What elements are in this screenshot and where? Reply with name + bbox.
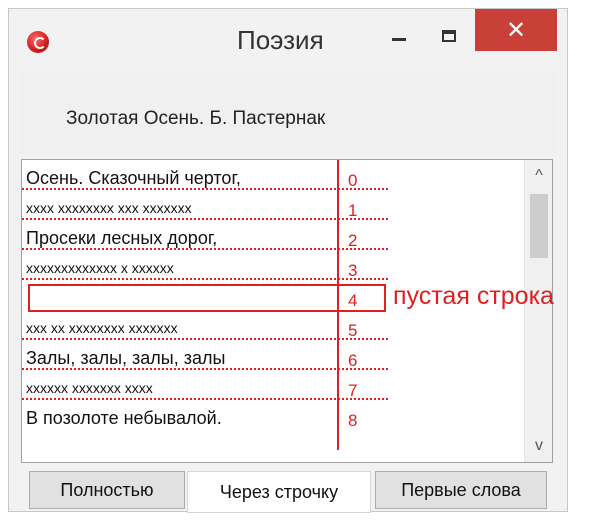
line-number: 0 [348,171,358,190]
annotation-dotted-line [22,338,388,340]
scroll-up-icon[interactable]: ^ [525,162,552,190]
scroll-down-icon[interactable]: v [525,432,552,460]
annotation-dotted-line [22,218,388,220]
poem-line-7: хххххх ххххххх хххх [26,380,153,396]
annotation-dotted-line [22,278,388,280]
scroll-thumb[interactable] [530,194,548,258]
empty-line-label: пустая строка [393,282,554,310]
line-number: 8 [348,411,358,430]
button-bar: Полностью Через строчку Первые слова [21,471,555,513]
every-other-line-button[interactable]: Через строчку [187,471,371,513]
line-number: 7 [348,381,358,400]
title-bar: Поэзия ✕ [9,9,567,69]
poem-line-2: Просеки лесных дорог, [26,228,218,248]
app-icon [27,31,49,53]
poem-line-8: В позолоте небывалой. [26,408,222,428]
annotation-dotted-line [22,188,388,190]
minimize-icon [392,37,406,41]
poem-line-6: Залы, залы, залы, залы [26,348,226,368]
poem-title: Золотая Осень. Б. Пастернак [66,108,326,129]
poem-line-1: хххх хххххххх ххх ххххххх [26,200,192,216]
poem-line-5: ххх хх хххххххх ххххххх [26,320,178,336]
header-panel: Золотая Осень. Б. Пастернак [21,71,555,155]
line-number: 2 [348,231,358,250]
vertical-scrollbar[interactable]: ^ v [524,160,552,462]
window-title: Поэзия [237,25,324,55]
annotation-dotted-line [22,368,388,370]
close-icon: ✕ [505,16,527,44]
poem-line-3: ххххххххххххх х хххххх [26,260,174,276]
annotation-dotted-line [22,398,388,400]
maximize-icon [442,30,456,42]
full-text-button[interactable]: Полностью [29,471,185,509]
annotation-dotted-line [22,248,388,250]
line-number: 3 [348,261,358,280]
empty-line-highlight [28,284,386,312]
first-words-button[interactable]: Первые слова [375,471,547,509]
close-button[interactable]: ✕ [475,9,557,51]
app-window: Поэзия ✕ Золотая Осень. Б. Пастернак Осе… [8,8,568,513]
line-number: 5 [348,321,358,340]
line-number: 6 [348,351,358,370]
minimize-button[interactable] [377,19,421,53]
poem-line-0: Осень. Сказочный чертог, [26,168,241,188]
maximize-button[interactable] [427,19,471,53]
line-number: 1 [348,201,358,220]
